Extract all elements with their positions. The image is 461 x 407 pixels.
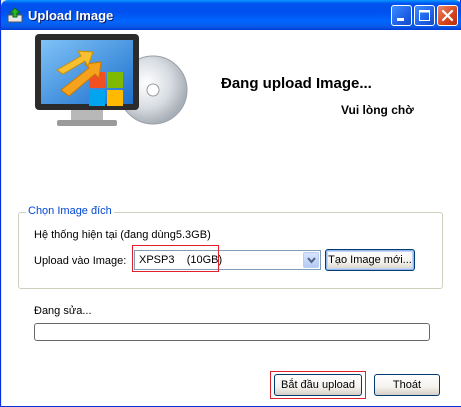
window-title: Upload Image (28, 8, 114, 23)
close-button[interactable] (437, 5, 458, 26)
start-upload-button[interactable]: Bắt đầu upload (274, 374, 362, 396)
current-system-label: Hệ thống hiện tại (đang dùng5.3GB) (34, 229, 211, 241)
minimize-icon (397, 18, 404, 21)
new-image-button[interactable]: Tạo Image mới... (325, 249, 415, 271)
upload-status-heading: Đang upload Image... (221, 75, 372, 92)
minimize-button[interactable] (391, 5, 412, 26)
maximize-icon (419, 10, 430, 21)
new-image-button-label: Tạo Image mới... (328, 254, 412, 266)
upload-arrow-icon (7, 7, 23, 23)
upload-progress-bar (34, 323, 430, 341)
selected-image-highlight (132, 245, 219, 272)
upload-image-window: Upload Image Đang upload Image... Vui lò… (0, 0, 461, 407)
exit-button-label: Thoát (392, 379, 422, 391)
title-bar[interactable]: Upload Image (1, 0, 461, 30)
please-wait-text: Vui lòng chờ (341, 103, 414, 117)
dropdown-button[interactable] (303, 252, 319, 268)
upload-to-label: Upload vào Image: (34, 255, 127, 267)
close-icon (441, 9, 454, 22)
chevron-down-icon (307, 257, 316, 264)
maximize-button[interactable] (414, 5, 435, 26)
target-image-group-legend: Chọn Image đích (26, 205, 114, 217)
monitor-upload-illustration (35, 34, 188, 126)
exit-button[interactable]: Thoát (374, 374, 440, 396)
progress-status-label: Đang sửa... (34, 305, 92, 317)
start-upload-button-label: Bắt đầu upload (280, 379, 355, 391)
